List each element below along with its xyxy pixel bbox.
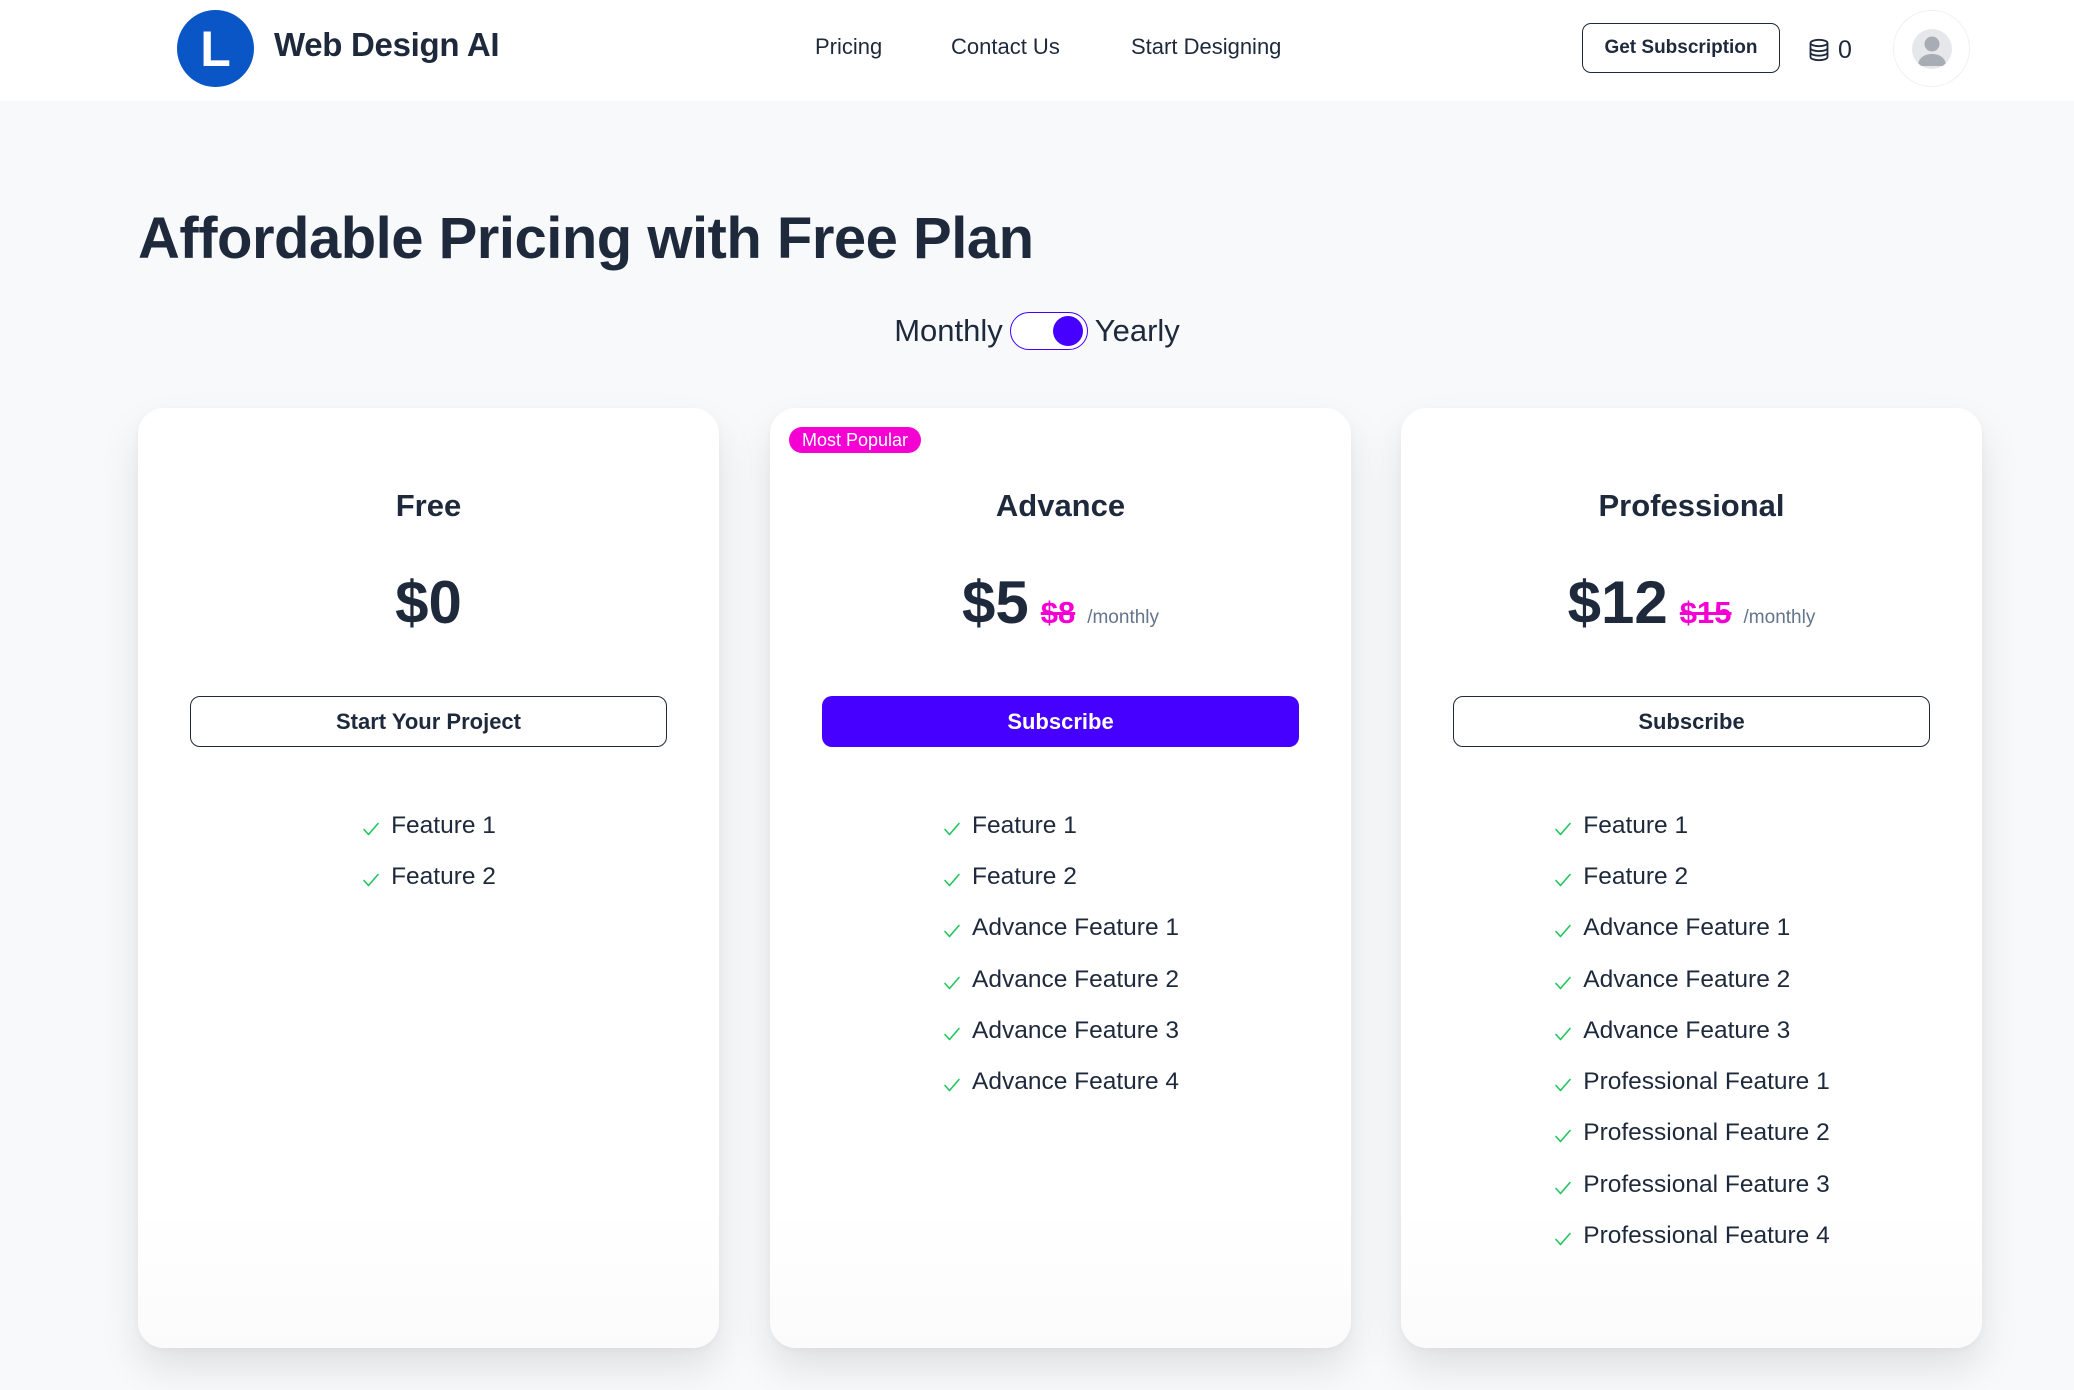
check-icon: [1555, 822, 1572, 835]
feature-label: Professional Feature 4: [1583, 1222, 1830, 1250]
check-icon: [363, 822, 379, 835]
plan-name: Professional: [1598, 488, 1785, 523]
feature-label: Professional Feature 3: [1583, 1170, 1830, 1198]
start-your-project-button[interactable]: Start Your Project: [190, 696, 667, 747]
most-popular-badge: Most Popular: [789, 427, 922, 453]
database-icon: [1809, 38, 1829, 62]
feature-label: Advance Feature 1: [971, 914, 1180, 942]
check-icon: [1555, 1027, 1572, 1041]
check-icon: [1555, 1130, 1572, 1143]
feature-item: Feature 2: [361, 851, 496, 902]
feature-item: Feature 2: [942, 851, 1179, 902]
plan-name: Advance: [995, 488, 1126, 523]
feature-item: Professional Feature 2: [1553, 1108, 1830, 1159]
feature-item: Advance Feature 1: [942, 903, 1179, 954]
subscribe-button[interactable]: Subscribe: [822, 696, 1299, 747]
original-price: $8: [1040, 595, 1076, 630]
feature-item: Advance Feature 2: [942, 954, 1179, 1005]
original-price: $15: [1679, 595, 1732, 630]
feature-label: Professional Feature 1: [1583, 1068, 1830, 1096]
check-icon: [944, 1078, 960, 1092]
feature-item: Feature 2: [1553, 851, 1830, 902]
feature-label: Feature 2: [1583, 862, 1689, 890]
page-title: Affordable Pricing with Free Plan: [138, 206, 1034, 271]
billing-monthly-label[interactable]: Monthly: [894, 313, 1003, 349]
coin-balance: 0: [1808, 30, 1852, 70]
plan-card-advance: Most Popular Advance $5 $8/monthly Subscrib…: [770, 408, 1351, 1348]
plan-price: $5: [961, 569, 1029, 636]
subscribe-button[interactable]: Subscribe: [1453, 696, 1930, 747]
feature-label: Advance Feature 3: [971, 1016, 1180, 1044]
feature-label: Feature 1: [1583, 811, 1689, 839]
billing-yearly-label[interactable]: Yearly: [1095, 313, 1180, 349]
toggle-knob: [1052, 316, 1083, 346]
feature-label: Feature 2: [971, 862, 1077, 890]
get-subscription-button[interactable]: Get Subscription: [1582, 23, 1780, 73]
user-avatar-button[interactable]: [1893, 10, 1970, 87]
check-icon: [1555, 976, 1572, 989]
plan-price: $12: [1567, 569, 1668, 636]
check-icon: [1555, 1232, 1572, 1246]
feature-item: Feature 1: [942, 800, 1179, 851]
price-row: $0: [138, 568, 719, 637]
check-icon: [363, 873, 379, 887]
feature-label: Advance Feature 3: [1583, 1016, 1791, 1044]
top-header: L Web Design AI Pricing Contact Us Start…: [0, 0, 2074, 101]
user-avatar-icon: [1911, 28, 1952, 69]
plan-price: $0: [395, 569, 462, 636]
feature-item: Professional Feature 3: [1553, 1159, 1830, 1210]
feature-label: Feature 1: [971, 811, 1077, 839]
price-row: $5 $8/monthly: [770, 568, 1351, 637]
feature-list: Feature 1 Feature 2 Advance Feature 1 Ad…: [770, 800, 1351, 1108]
logo[interactable]: L: [177, 10, 254, 87]
feature-item: Feature 1: [1553, 800, 1830, 851]
price-row: $12 $15/monthly: [1401, 568, 1982, 637]
feature-item: Advance Feature 3: [942, 1005, 1179, 1056]
feature-item: Professional Feature 1: [1553, 1056, 1830, 1107]
feature-label: Advance Feature 4: [971, 1068, 1180, 1096]
feature-list: Feature 1 Feature 2: [138, 800, 719, 903]
feature-item: Advance Feature 4: [942, 1056, 1179, 1107]
brand-name[interactable]: Web Design AI: [274, 26, 500, 64]
feature-label: Advance Feature 2: [971, 965, 1180, 993]
nav-start-designing[interactable]: Start Designing: [1131, 34, 1281, 60]
feature-item: Advance Feature 2: [1553, 954, 1830, 1005]
billing-toggle-row: Monthly Yearly: [0, 306, 2074, 356]
feature-item: Advance Feature 3: [1553, 1005, 1830, 1056]
feature-label: Feature 2: [391, 862, 496, 890]
feature-label: Advance Feature 1: [1583, 914, 1791, 942]
check-icon: [944, 822, 960, 835]
feature-item: Professional Feature 4: [1553, 1210, 1830, 1261]
plan-name: Free: [395, 488, 462, 523]
nav-contact-us[interactable]: Contact Us: [951, 34, 1060, 60]
check-icon: [1555, 924, 1572, 938]
feature-label: Professional Feature 2: [1583, 1119, 1830, 1147]
feature-label: Advance Feature 2: [1583, 965, 1791, 993]
check-icon: [944, 924, 960, 938]
billing-period-toggle[interactable]: [1009, 312, 1088, 350]
check-icon: [944, 1027, 960, 1041]
check-icon: [944, 976, 960, 989]
check-icon: [1555, 1078, 1572, 1092]
check-icon: [1555, 873, 1572, 887]
logo-letter: L: [200, 20, 231, 77]
billing-period: /monthly: [1087, 607, 1160, 628]
nav-pricing[interactable]: Pricing: [815, 34, 882, 60]
coin-count: 0: [1838, 35, 1852, 64]
feature-label: Feature 1: [391, 811, 496, 839]
feature-list: Feature 1 Feature 2 Advance Feature 1 Ad…: [1401, 800, 1982, 1262]
billing-period: /monthly: [1743, 607, 1816, 628]
check-icon: [1555, 1181, 1572, 1195]
plan-card-free: Free $0 Start Your Project Feature 1 Feat…: [138, 408, 719, 1348]
plan-card-professional: Professional $12 $15/monthly Subscribe Fea…: [1401, 408, 1982, 1348]
feature-item: Advance Feature 1: [1553, 903, 1830, 954]
check-icon: [944, 873, 960, 887]
feature-item: Feature 1: [361, 800, 496, 851]
